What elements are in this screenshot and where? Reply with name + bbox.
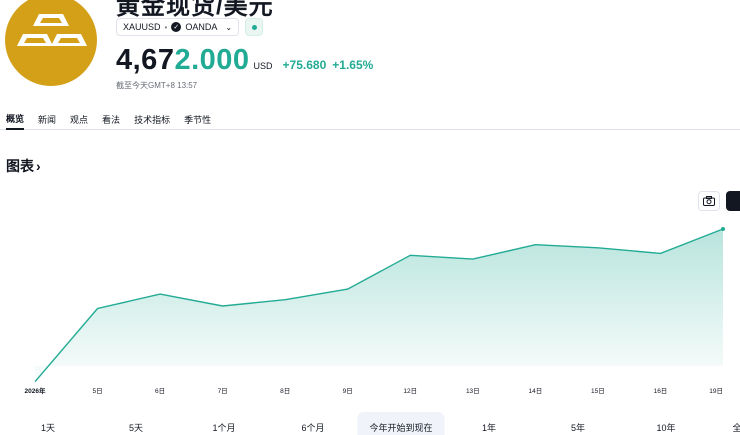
chart-area-fill xyxy=(35,229,723,382)
x-tick-label: 16日 xyxy=(654,387,668,395)
range-10y[interactable]: 10年 xyxy=(656,412,675,435)
range-ytd[interactable]: 今年开始到现在 xyxy=(357,412,445,435)
price-timestamp: 截至今天GMT+8 13:57 xyxy=(116,81,198,90)
range-5y[interactable]: 5年 xyxy=(571,412,585,435)
symbol-broker-chip[interactable]: XAUUSD • ✓ OANDA ⌄ xyxy=(116,18,240,36)
x-tick-label: 7日 xyxy=(218,387,228,395)
x-tick-label: 8日 xyxy=(280,387,290,395)
gold-logo xyxy=(5,0,97,86)
x-tick-label: 2026年 xyxy=(25,386,46,395)
x-tick-label: 6日 xyxy=(155,387,165,395)
chart-section-title: 图表 xyxy=(6,158,34,174)
tab-seasonals[interactable]: 季节性 xyxy=(184,108,211,130)
broker-icon: ✓ xyxy=(171,22,182,32)
separator: • xyxy=(164,22,168,32)
range-1y[interactable]: 1年 xyxy=(482,412,496,435)
price-integer: 4,67 xyxy=(116,44,175,76)
x-tick-label: 14日 xyxy=(528,387,542,395)
tab-news[interactable]: 新闻 xyxy=(38,108,56,130)
tab-overview[interactable]: 概览 xyxy=(6,108,25,130)
gold-bars-icon xyxy=(17,14,87,46)
range-5d[interactable]: 5天 xyxy=(129,412,143,435)
tab-opinions[interactable]: 看法 xyxy=(102,108,120,130)
range-all[interactable]: 全 xyxy=(732,412,740,435)
instrument-chips: XAUUSD • ✓ OANDA ⌄ xyxy=(116,18,264,36)
market-status-badge[interactable] xyxy=(245,18,264,36)
x-tick-label: 15日 xyxy=(591,387,605,395)
price-currency: USD xyxy=(253,61,273,71)
range-1d[interactable]: 1天 xyxy=(41,412,55,435)
chevron-right-icon: › xyxy=(36,158,41,174)
range-6m[interactable]: 6个月 xyxy=(301,412,324,435)
tab-technicals[interactable]: 技术指标 xyxy=(134,108,170,130)
x-tick-label: 13日 xyxy=(466,387,480,395)
price-fraction: 2.000 xyxy=(174,44,250,76)
range-1m[interactable]: 1个月 xyxy=(212,412,235,435)
price-row: 4,67 2.000 USD +75.680 +1.65% xyxy=(116,44,379,77)
x-tick-label: 5日 xyxy=(92,387,102,395)
x-tick-label: 12日 xyxy=(403,387,417,395)
chart-point xyxy=(721,227,725,232)
tab-ideas[interactable]: 观点 xyxy=(70,108,88,130)
chart-section-link[interactable]: 图表 › xyxy=(6,156,41,176)
chevron-down-icon: ⌄ xyxy=(225,22,233,32)
symbol-label: XAUUSD xyxy=(123,22,161,32)
price-change-pct: +1.65% xyxy=(332,58,374,72)
range-selector: 1天 5天 1个月 6个月 今年开始到现在 1年 5年 10年 全 xyxy=(0,412,740,435)
x-tick-label: 9日 xyxy=(343,387,353,395)
price-chart[interactable]: 2026年 5日 6日 7日 8日 9日 12日 13日 14日 15日 16日 19日 xyxy=(0,190,740,400)
status-dot-icon xyxy=(251,24,257,30)
price-change-abs: +75.680 xyxy=(282,58,327,72)
tab-bar: 概览 新闻 观点 看法 技术指标 季节性 xyxy=(0,108,740,130)
broker-label: OANDA xyxy=(185,22,218,32)
x-tick-label: 19日 xyxy=(709,387,723,395)
